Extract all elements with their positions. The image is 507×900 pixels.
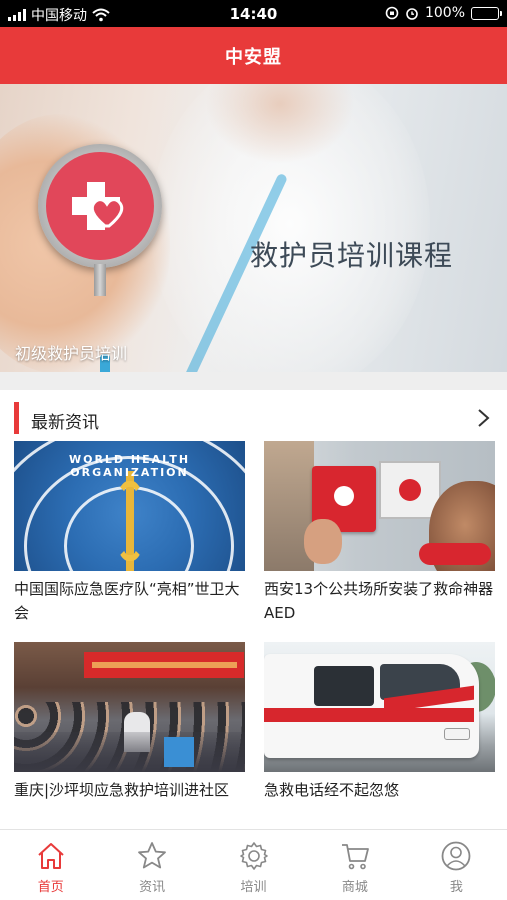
- news-thumbnail[interactable]: WORLD HEALTH ORGANIZATION: [14, 441, 245, 571]
- tab-me[interactable]: 我: [406, 830, 507, 900]
- news-thumbnail[interactable]: [14, 642, 245, 772]
- news-title[interactable]: 西安13个公共场所安装了救命神器AED: [264, 577, 495, 625]
- news-title[interactable]: 急救电话经不起忽悠: [264, 778, 495, 802]
- nav-bar: 中安盟: [0, 27, 507, 84]
- battery-icon: [471, 6, 502, 20]
- tab-mall[interactable]: 商城: [304, 830, 405, 900]
- tab-training[interactable]: 培训: [203, 830, 304, 900]
- news-thumbnail[interactable]: [264, 441, 495, 571]
- user-icon: [441, 841, 471, 871]
- news-title[interactable]: 重庆|沙坪坝应急救护培训进社区: [14, 778, 245, 802]
- stethoscope-stem: [94, 264, 106, 296]
- news-card[interactable]: 急救电话经不起忽悠: [264, 642, 495, 802]
- news-card[interactable]: 重庆|沙坪坝应急救护培训进社区: [14, 642, 245, 802]
- tab-label: 资讯: [139, 880, 166, 895]
- home-icon: [38, 843, 64, 869]
- alarm-icon: [406, 8, 418, 20]
- tab-home[interactable]: 首页: [0, 830, 101, 900]
- news-thumbnail[interactable]: [264, 642, 495, 772]
- tab-news[interactable]: 资讯: [101, 830, 202, 900]
- chevron-right-icon[interactable]: [473, 408, 493, 428]
- news-card[interactable]: 西安13个公共场所安装了救命神器AED: [264, 441, 495, 625]
- medical-cross-heart-icon: [46, 152, 154, 260]
- section-divider: [0, 372, 507, 390]
- tab-label: 首页: [37, 880, 64, 895]
- thumbnail-text: WORLD HEALTH ORGANIZATION: [68, 453, 191, 479]
- tab-label: 我: [449, 880, 463, 895]
- gear-icon: [239, 842, 268, 870]
- status-bar: 中国移动 14:40 100%: [0, 0, 507, 27]
- tab-label: 商城: [341, 880, 368, 895]
- news-section-header[interactable]: 最新资讯: [0, 400, 507, 436]
- watermark-logo: [419, 543, 491, 565]
- banner-carousel[interactable]: 救护员培训课程 初级救护员培训: [0, 84, 507, 372]
- status-right: 100%: [385, 5, 502, 21]
- news-card[interactable]: WORLD HEALTH ORGANIZATION 中国国际应急医疗队“亮相”世…: [14, 441, 245, 625]
- section-accent-bar: [14, 402, 19, 434]
- cart-icon: [341, 844, 369, 870]
- tab-bar: 首页 资讯 培训 商城 我: [0, 829, 507, 900]
- rotation-lock-icon: [385, 6, 399, 20]
- news-title[interactable]: 中国国际应急医疗队“亮相”世卫大会: [14, 577, 245, 625]
- tab-label: 培训: [240, 880, 267, 895]
- battery-percent: 100%: [424, 5, 465, 21]
- banner-caption: 初级救护员培训: [15, 344, 128, 363]
- banner-title: 救护员培训课程: [250, 239, 454, 272]
- star-icon: [138, 842, 167, 869]
- section-title: 最新资讯: [31, 413, 99, 433]
- stethoscope-logo: [38, 144, 162, 296]
- page-title: 中安盟: [225, 46, 282, 68]
